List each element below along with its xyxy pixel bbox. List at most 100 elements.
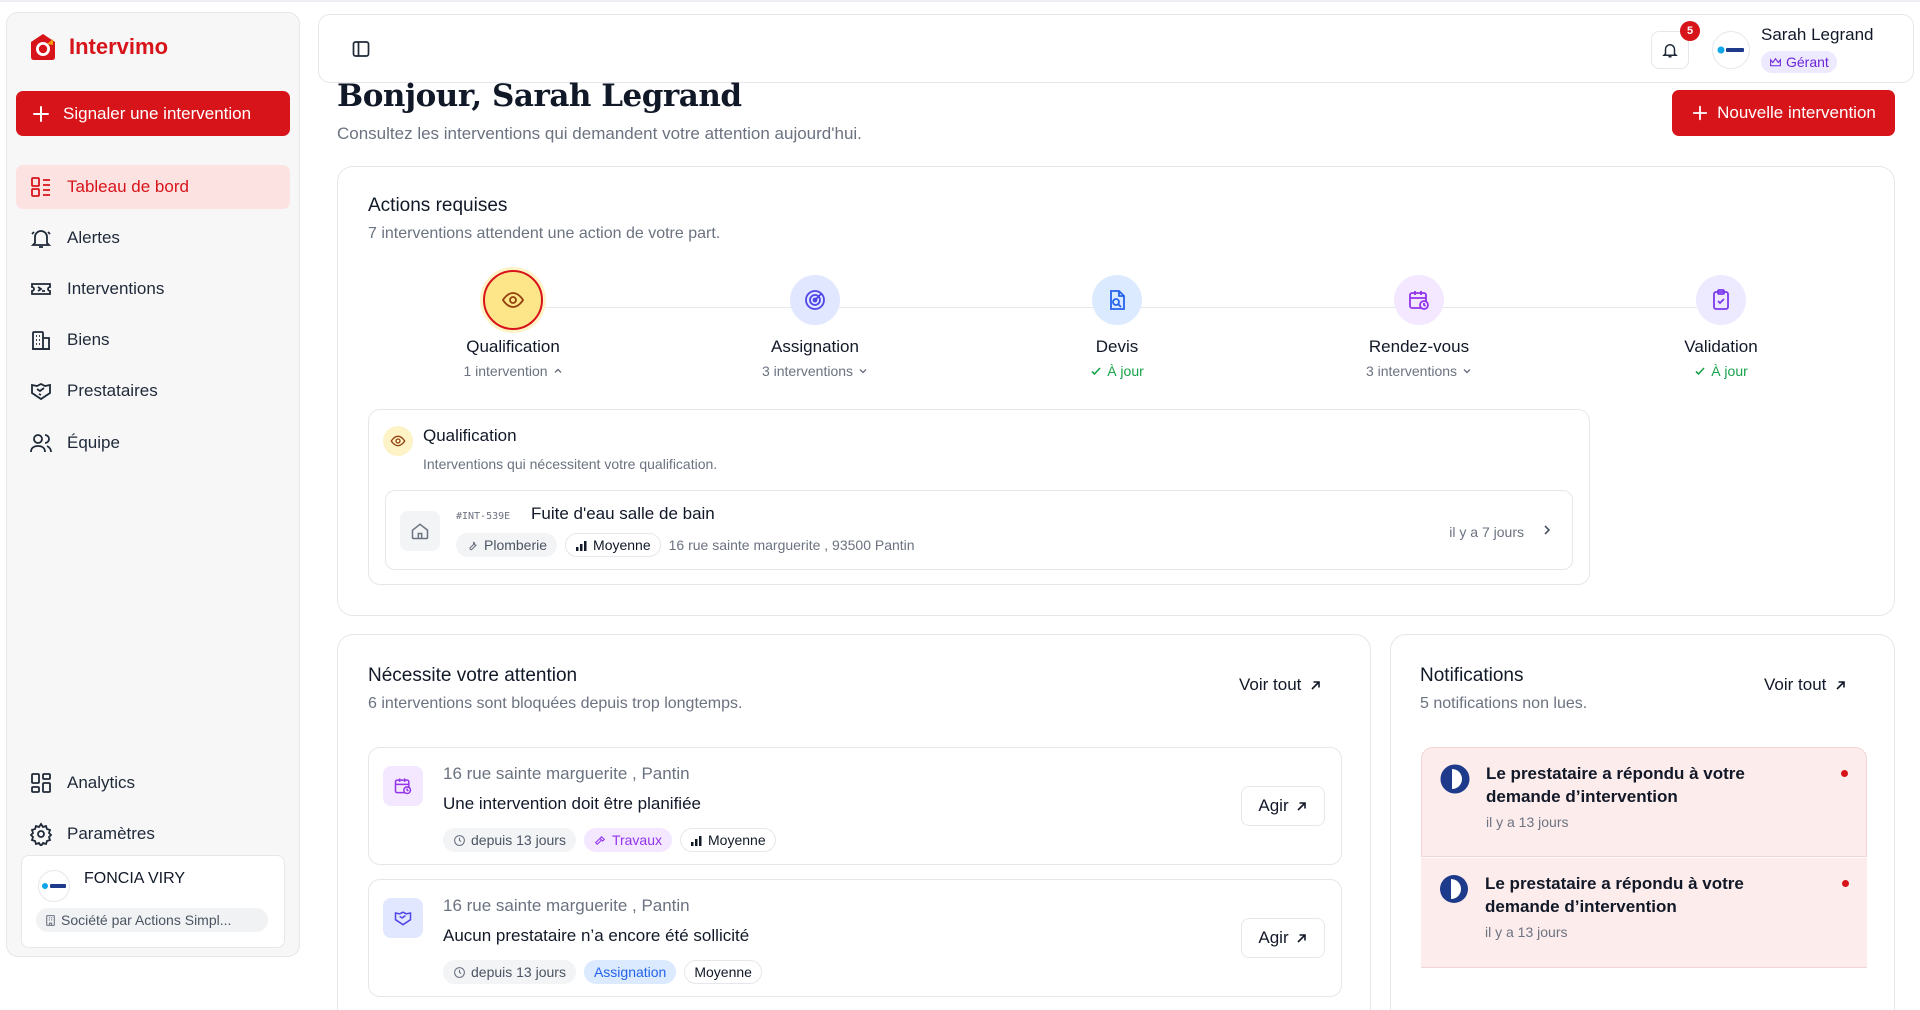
- panel-subtitle: Interventions qui nécessitent votre qual…: [423, 456, 718, 472]
- bell-icon: [29, 226, 53, 250]
- required-actions-subtitle: 7 interventions attendent une action de …: [368, 225, 721, 242]
- sidebar-item-team[interactable]: Équipe: [16, 421, 290, 465]
- notification-count-badge: 5: [1680, 21, 1700, 41]
- attention-address: 16 rue sainte marguerite , Pantin: [443, 896, 690, 915]
- sidebar-item-analytics[interactable]: Analytics: [16, 761, 290, 805]
- intervention-ref: #INT-539E: [456, 511, 511, 522]
- step-circle: [1394, 275, 1444, 325]
- notification-item[interactable]: Le prestataire a répondu à votre demande…: [1421, 858, 1867, 968]
- category-label: Plomberie: [484, 537, 548, 553]
- step-label: Validation: [1684, 337, 1758, 356]
- provider-logo-icon: [1439, 874, 1469, 904]
- sidebar-item-label: Biens: [67, 330, 110, 349]
- step-qualification[interactable]: Qualification 1 intervention: [403, 270, 623, 379]
- attention-item[interactable]: 16 rue sainte marguerite , Pantin Une in…: [368, 747, 1342, 865]
- calendar-clock-icon: [383, 766, 423, 806]
- notifications-subtitle: 5 notifications non lues.: [1420, 695, 1588, 712]
- required-actions-title: Actions requises: [368, 195, 508, 216]
- dashboard-icon: [29, 175, 53, 199]
- step-count-text: 3 interventions: [1365, 363, 1458, 379]
- home-icon: [400, 511, 440, 551]
- step-circle: [1696, 275, 1746, 325]
- brand[interactable]: Intervimo: [27, 31, 168, 63]
- act-button[interactable]: Agir: [1241, 786, 1325, 826]
- sidebar-item-alerts[interactable]: Alertes: [16, 216, 290, 260]
- unread-dot: [1842, 880, 1849, 887]
- users-icon: [29, 431, 53, 455]
- chevron-right-icon[interactable]: [1540, 523, 1554, 537]
- notification-text: Le prestataire a répondu à votre demande…: [1485, 874, 1744, 916]
- act-button[interactable]: Agir: [1241, 918, 1325, 958]
- report-intervention-label: Signaler une intervention: [63, 103, 252, 123]
- priority-tag: Moyenne: [684, 960, 762, 984]
- wrench-icon: [466, 539, 479, 552]
- new-intervention-button[interactable]: Nouvelle intervention: [1672, 90, 1895, 136]
- organization-type-badge: Société par Actions Simpl...: [36, 908, 268, 932]
- notifications-title: Notifications: [1420, 665, 1524, 686]
- attention-see-all-link[interactable]: Voir tout: [1239, 675, 1322, 695]
- intervention-title: Fuite d'eau salle de bain: [531, 504, 715, 523]
- chevron-down-icon: [1462, 366, 1472, 376]
- category-tag: Travaux: [583, 828, 673, 852]
- since-tag: depuis 13 jours: [443, 960, 576, 984]
- step-devis[interactable]: Devis À jour: [1007, 275, 1227, 379]
- page-subtitle: Consultez les interventions qui demanden…: [337, 124, 862, 143]
- sidebar: Intervimo Signaler une intervention Tabl…: [6, 12, 300, 957]
- attention-title: Nécessite votre attention: [368, 665, 578, 686]
- sidebar-item-label: Interventions: [67, 279, 165, 298]
- attention-description: Aucun prestataire n’a encore été sollici…: [443, 926, 750, 945]
- sidebar-item-properties[interactable]: Biens: [16, 318, 290, 362]
- priority-tag: Moyenne: [565, 533, 661, 557]
- sidebar-item-label: Analytics: [67, 773, 136, 792]
- sidebar-item-interventions[interactable]: Interventions: [16, 267, 290, 311]
- sidebar-item-providers[interactable]: Prestataires: [16, 369, 290, 413]
- intervention-row[interactable]: #INT-539E Fuite d'eau salle de bain Plom…: [385, 490, 1573, 570]
- sidebar-toggle-button[interactable]: [351, 39, 371, 59]
- clock-icon: [453, 966, 466, 979]
- gear-icon: [29, 822, 53, 846]
- notifications-see-all-link[interactable]: Voir tout: [1764, 675, 1847, 695]
- avatar[interactable]: [1712, 31, 1750, 69]
- priority-label: Moyenne: [708, 832, 766, 848]
- since-label: depuis 13 jours: [471, 964, 566, 980]
- role-label: Gérant: [1786, 54, 1829, 70]
- notifications-card: Notifications 5 notifications non lues. …: [1390, 634, 1895, 1010]
- organization-card[interactable]: FONCIA VIRY Société par Actions Simpl...: [21, 855, 285, 948]
- attention-subtitle: 6 interventions sont bloquées depuis tro…: [368, 695, 743, 712]
- since-tag: depuis 13 jours: [443, 828, 576, 852]
- file-search-icon: [1105, 288, 1129, 312]
- arrow-up-right-icon: [1295, 932, 1308, 945]
- clipboard-check-icon: [1709, 288, 1733, 312]
- notification-item[interactable]: Le prestataire a répondu à votre demande…: [1421, 747, 1867, 857]
- step-rendez-vous[interactable]: Rendez-vous 3 interventions: [1309, 275, 1529, 379]
- priority-label: Moyenne: [694, 964, 752, 980]
- attention-description: Une intervention doit être planifiée: [443, 794, 701, 813]
- plus-icon: [1691, 104, 1709, 122]
- qualification-panel: Qualification Interventions qui nécessit…: [368, 409, 1590, 585]
- handshake-icon: [29, 379, 53, 403]
- panel-title: Qualification: [423, 426, 517, 445]
- attention-item[interactable]: 16 rue sainte marguerite , Pantin Aucun …: [368, 879, 1342, 997]
- attention-tags: depuis 13 jours Travaux Moyenne: [443, 828, 776, 852]
- step-status-text: À jour: [1107, 363, 1144, 379]
- sidebar-item-settings[interactable]: Paramètres: [16, 812, 290, 856]
- step-assignation[interactable]: Assignation 3 interventions: [705, 275, 925, 379]
- check-icon: [1694, 365, 1706, 377]
- step-count-text: 1 intervention: [463, 363, 548, 379]
- attention-address: 16 rue sainte marguerite , Pantin: [443, 764, 690, 783]
- priority-label: Moyenne: [593, 537, 651, 553]
- organization-type: Société par Actions Simpl...: [61, 912, 232, 928]
- handshake-icon: [383, 898, 423, 938]
- step-validation[interactable]: Validation À jour: [1611, 275, 1831, 379]
- sidebar-item-label: Paramètres: [67, 824, 155, 843]
- intervention-tags: Plomberie Moyenne 16 rue sainte margueri…: [456, 533, 915, 557]
- sidebar-item-dashboard[interactable]: Tableau de bord: [16, 165, 290, 209]
- see-all-label: Voir tout: [1764, 675, 1827, 694]
- see-all-label: Voir tout: [1239, 675, 1302, 694]
- step-circle: [483, 270, 543, 330]
- act-label: Agir: [1258, 928, 1289, 947]
- radar-icon: [803, 288, 827, 312]
- report-intervention-button[interactable]: Signaler une intervention: [16, 91, 290, 136]
- plus-icon: [31, 104, 51, 124]
- provider-logo-icon: [1440, 764, 1470, 794]
